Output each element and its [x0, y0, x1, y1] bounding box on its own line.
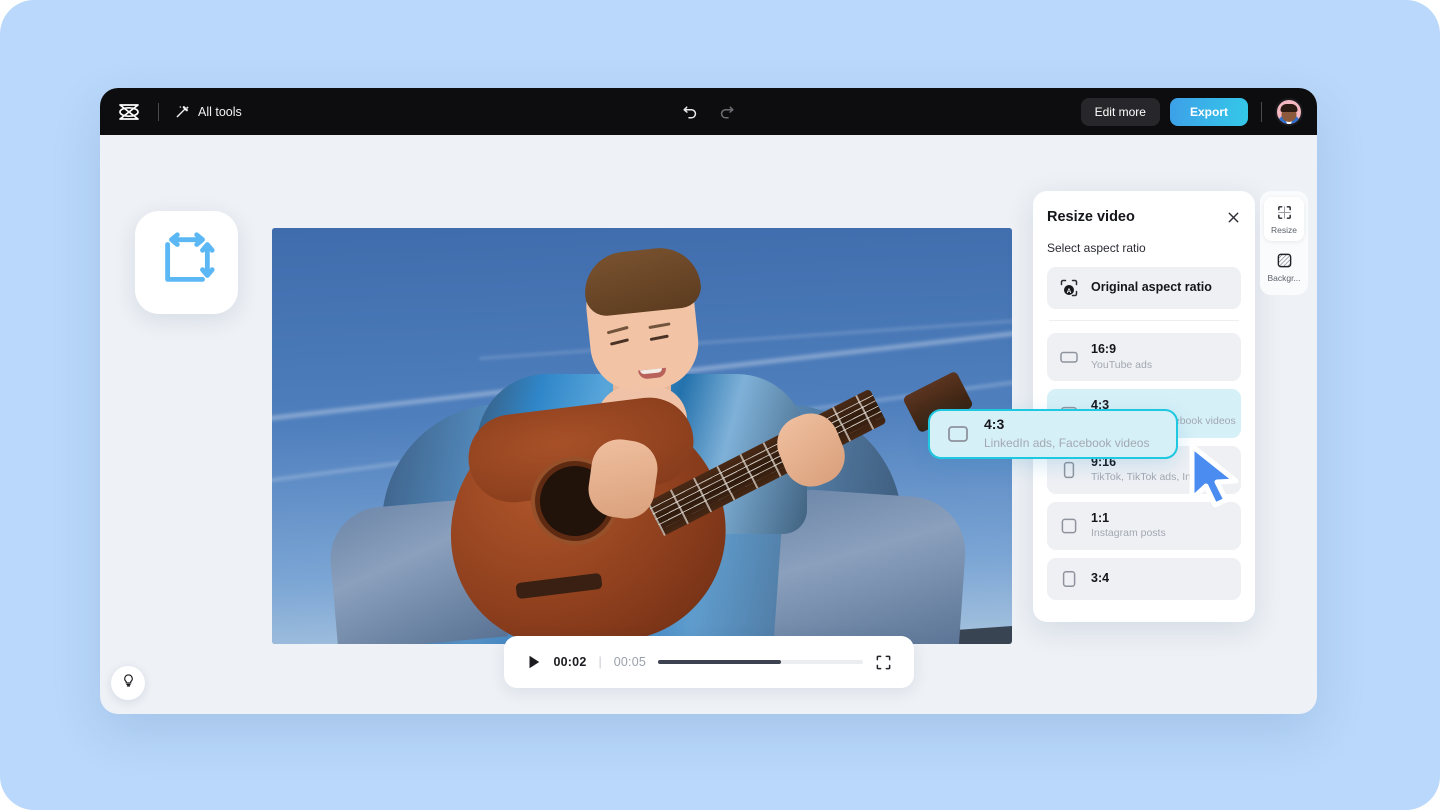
rail-item-resize[interactable]: Resize	[1264, 197, 1304, 241]
panel-subtitle: Select aspect ratio	[1047, 241, 1146, 255]
resize-video-panel: Resize video Select aspect ratio A Origi…	[1033, 191, 1255, 623]
ratio-9-16-icon	[1059, 460, 1079, 480]
ratio-option-3-4[interactable]: 3:4	[1047, 558, 1241, 601]
frame-corner-top-left	[0, 0, 68, 68]
original-ratio-label: Original aspect ratio	[1091, 280, 1212, 295]
ratio-3-4-icon	[1059, 569, 1079, 589]
editor-workspace: 00:02 | 00:05 Resize video Select aspect…	[100, 135, 1317, 714]
all-tools-label: All tools	[198, 104, 242, 119]
ratio-desc: TikTok, TikTok ads, Instagram...	[1091, 471, 1238, 484]
magic-wand-icon	[175, 104, 190, 119]
edit-more-button[interactable]: Edit more	[1080, 97, 1160, 126]
user-avatar[interactable]	[1275, 97, 1303, 126]
tool-rail: Resize Backgr...	[1260, 191, 1308, 295]
magnified-4-3-callout[interactable]: 4:3 LinkedIn ads, Facebook videos	[928, 409, 1178, 459]
panel-divider	[1049, 320, 1239, 321]
close-icon[interactable]	[1226, 210, 1241, 225]
frame-corner-top-right	[1372, 0, 1440, 68]
player-controls: 00:02 | 00:05	[503, 636, 914, 688]
ratio-16-9-icon	[1059, 347, 1079, 367]
ratio-label: 3:4	[1091, 571, 1110, 586]
lightbulb-icon	[121, 673, 136, 693]
guitarist-subject	[272, 228, 1012, 644]
resize-arrows-icon	[156, 229, 218, 296]
ratio-desc: Instagram posts	[1091, 527, 1166, 540]
play-icon[interactable]	[526, 654, 542, 670]
svg-text:A: A	[1067, 288, 1072, 295]
topbar-actions: Edit more Export	[1080, 97, 1317, 126]
ratio-4-3-icon	[946, 422, 970, 446]
total-time: 00:05	[613, 655, 647, 669]
ratio-label: 16:9	[1091, 342, 1117, 356]
ratio-1-1-icon	[1059, 516, 1079, 536]
ratio-option-1-1[interactable]: 1:1 Instagram posts	[1047, 501, 1241, 551]
history-controls	[681, 102, 737, 122]
undo-arrow-icon[interactable]	[681, 102, 701, 122]
redo-arrow-icon[interactable]	[717, 102, 737, 122]
capcut-app-window: All tools Edit more Export 00:02 | 00:05…	[100, 88, 1317, 714]
panel-title: Resize video	[1047, 209, 1135, 225]
hint-lightbulb-button[interactable]	[111, 666, 145, 700]
rail-label: Backgr...	[1267, 273, 1301, 283]
export-button[interactable]: Export	[1169, 97, 1248, 126]
rail-label: Resize	[1271, 225, 1297, 235]
video-preview[interactable]	[272, 228, 1012, 644]
callout-ratio-label: 4:3	[984, 416, 1005, 432]
ratio-desc: YouTube ads	[1091, 358, 1153, 371]
callout-ratio-desc: LinkedIn ads, Facebook videos	[984, 436, 1150, 450]
topbar-divider-2	[1261, 101, 1262, 122]
all-tools-button[interactable]: All tools	[175, 104, 242, 119]
fullscreen-icon[interactable]	[875, 654, 892, 671]
resize-tool-tile[interactable]	[135, 211, 238, 314]
ratio-option-original[interactable]: A Original aspect ratio	[1047, 267, 1241, 309]
background-icon	[1276, 252, 1293, 269]
capcut-logo-icon[interactable]	[116, 99, 142, 125]
frame-corner-bottom-left	[0, 742, 68, 810]
progress-fill	[658, 660, 781, 664]
top-bar: All tools Edit more Export	[100, 88, 1317, 135]
original-ratio-icon: A	[1059, 278, 1079, 298]
progress-bar[interactable]	[658, 660, 863, 664]
rail-item-background[interactable]: Backgr...	[1264, 245, 1304, 289]
topbar-divider	[158, 102, 159, 121]
ratio-label: 1:1	[1091, 510, 1110, 525]
ratio-option-16-9[interactable]: 16:9 YouTube ads	[1047, 333, 1241, 382]
resize-icon	[1276, 204, 1293, 221]
time-separator: |	[598, 655, 602, 669]
current-time: 00:02	[553, 655, 587, 669]
panel-header: Resize video	[1047, 209, 1241, 225]
frame-corner-bottom-right	[1372, 742, 1440, 810]
